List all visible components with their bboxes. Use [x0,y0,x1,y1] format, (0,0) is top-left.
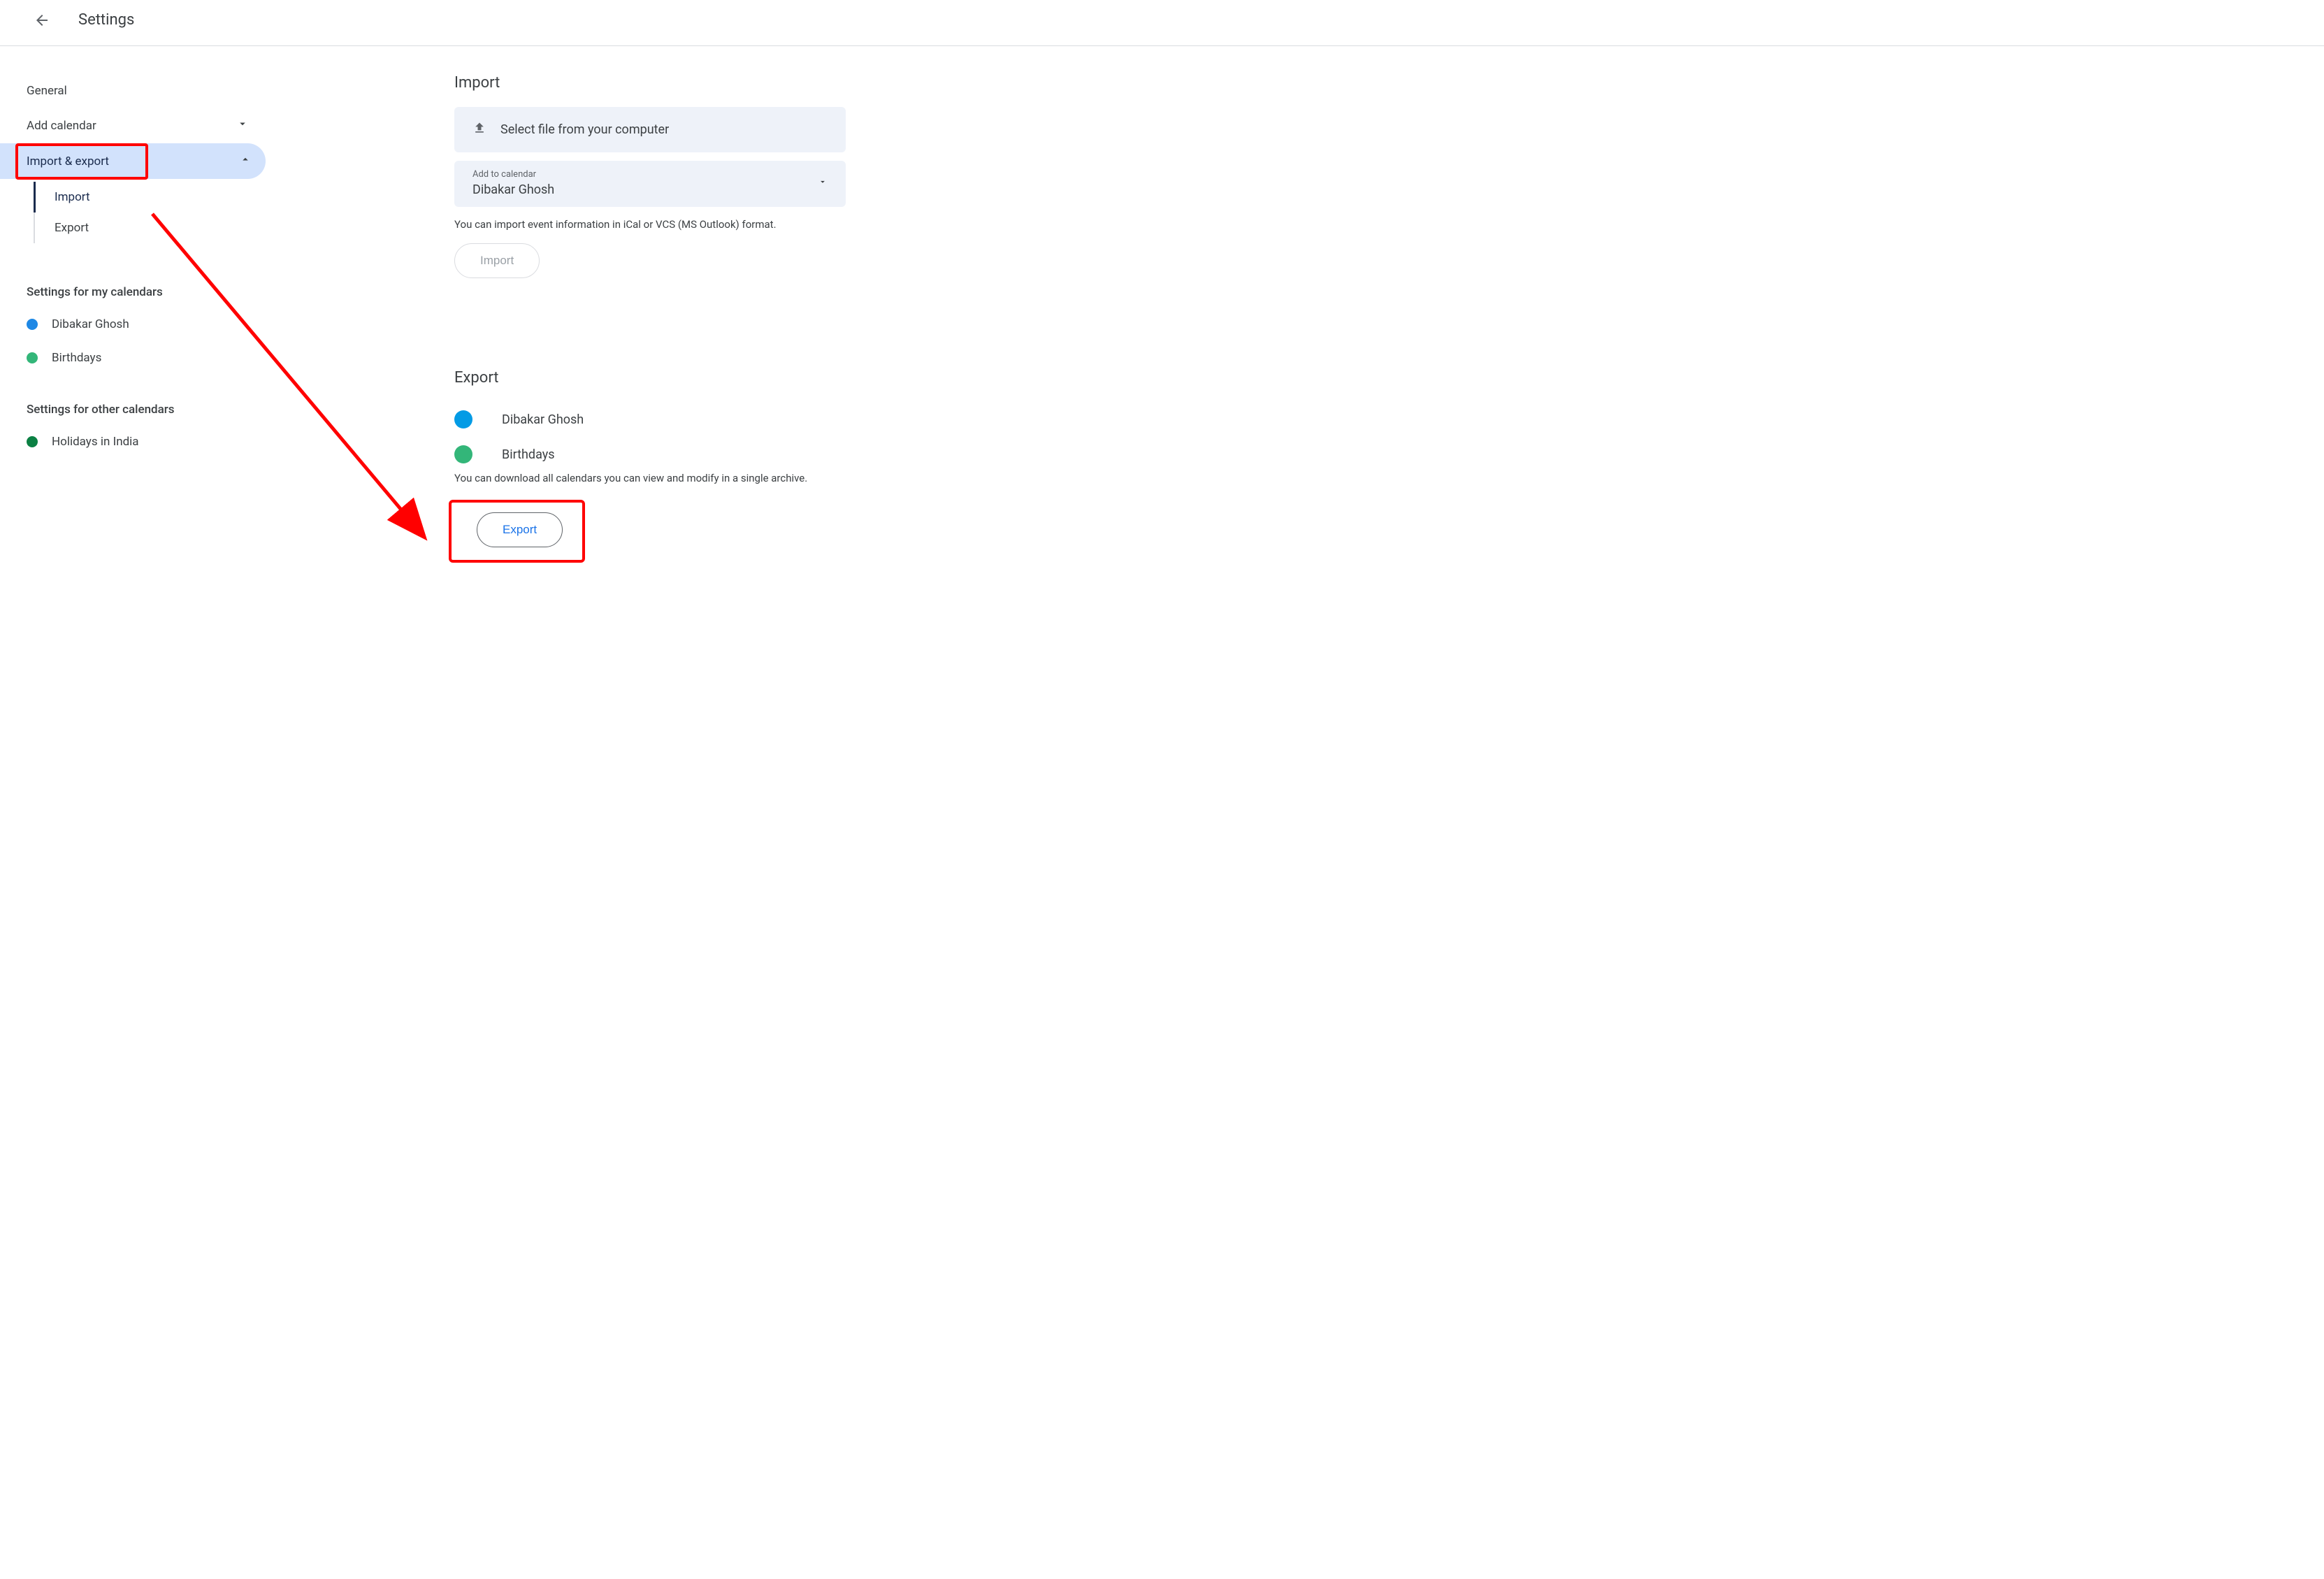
upload-icon [472,121,500,138]
sidebar-item-general[interactable]: General [27,74,266,108]
sidebar-section-other-calendars: Settings for other calendars [27,375,266,425]
sidebar-item-add-calendar[interactable]: Add calendar [27,108,266,143]
calendar-label: Birthdays [502,447,555,462]
sidebar-sub-list: Import Export [34,182,266,243]
sidebar: General Add calendar Import & export Imp… [0,74,266,563]
sidebar-calendar-item[interactable]: Holidays in India [27,425,266,459]
sidebar-item-label: Add calendar [27,119,96,133]
calendar-color-dot [27,436,38,447]
calendar-color-dot [27,352,38,363]
page-title: Settings [78,11,134,29]
export-calendar-item: Birthdays [454,437,2296,472]
sidebar-sub-export[interactable]: Export [35,212,266,243]
dropdown-caret-icon [818,177,828,189]
export-calendar-item: Dibakar Ghosh [454,402,2296,437]
calendar-label: Holidays in India [52,435,139,449]
main-content: Import Select file from your computer Ad… [266,74,2324,563]
dropdown-label: Add to calendar [472,169,554,180]
calendar-label: Dibakar Ghosh [52,317,129,331]
add-to-calendar-dropdown[interactable]: Add to calendar Dibakar Ghosh [454,161,846,207]
dropdown-value: Dibakar Ghosh [472,182,554,197]
export-helper-text: You can download all calendars you can v… [454,472,2296,484]
sidebar-item-label: General [27,84,67,98]
export-section-title: Export [454,369,2296,387]
calendar-color-dot [27,319,38,330]
back-arrow-icon[interactable] [34,12,50,29]
export-button[interactable]: Export [477,512,563,547]
sidebar-calendar-item[interactable]: Birthdays [27,341,266,375]
import-section-title: Import [454,74,2296,92]
sidebar-item-import-export[interactable]: Import & export [0,143,266,179]
sidebar-item-label: Import & export [27,154,109,168]
sidebar-section-my-calendars: Settings for my calendars [27,257,266,308]
calendar-label: Dibakar Ghosh [502,412,584,427]
calendar-color-dot [454,410,472,428]
import-helper-text: You can import event information in iCal… [454,218,2296,231]
annotation-highlight-box-2: Export [449,500,585,563]
sidebar-sub-import[interactable]: Import [35,182,266,212]
chevron-up-icon [239,153,252,169]
select-file-button[interactable]: Select file from your computer [454,107,846,152]
calendar-color-dot [454,445,472,463]
header: Settings [0,0,2324,46]
chevron-down-icon [236,117,249,134]
calendar-label: Birthdays [52,351,101,365]
import-button[interactable]: Import [454,243,540,278]
sidebar-calendar-item[interactable]: Dibakar Ghosh [27,308,266,341]
select-file-label: Select file from your computer [500,122,669,137]
